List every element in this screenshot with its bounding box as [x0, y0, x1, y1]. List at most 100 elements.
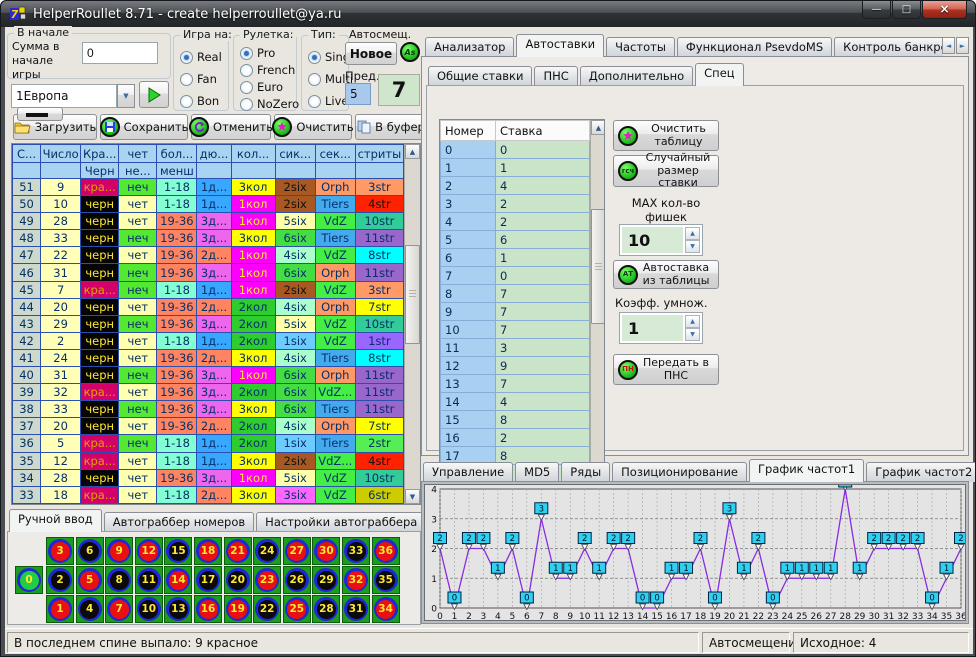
- start-play-button[interactable]: [139, 81, 169, 108]
- spin-cell[interactable]: 1д...: [197, 196, 231, 213]
- spin-cell[interactable]: 2д...: [197, 298, 231, 315]
- spinner-up-icon[interactable]: ▲: [685, 315, 700, 328]
- pad-number-30[interactable]: 30: [312, 537, 340, 565]
- tab-positioning[interactable]: Позиционирование: [612, 462, 747, 482]
- spin-cell[interactable]: 10str: [355, 469, 403, 486]
- subtab-additional[interactable]: Дополнительно: [580, 66, 693, 86]
- spin-cell[interactable]: 3д...: [197, 315, 231, 332]
- spin-cell[interactable]: 10str: [355, 213, 403, 230]
- undo-button[interactable]: Отменить: [191, 114, 271, 140]
- column-header[interactable]: сек...: [315, 145, 355, 163]
- spin-cell[interactable]: 8str: [355, 247, 403, 264]
- spin-cell[interactable]: 11str: [355, 384, 403, 401]
- bet-number-cell[interactable]: 0: [441, 141, 496, 159]
- send-to-pns-button[interactable]: ПН Передать в ПНС: [613, 354, 719, 385]
- spin-cell[interactable]: 48: [13, 230, 41, 247]
- start-sum-input[interactable]: [82, 42, 158, 64]
- spin-cell[interactable]: 19-36: [157, 230, 197, 247]
- spin-cell[interactable]: 19-36: [157, 401, 197, 418]
- bet-number-cell[interactable]: 15: [441, 411, 496, 429]
- spin-cell[interactable]: 2six: [275, 281, 315, 298]
- tab-autograbber-settings[interactable]: Настройки автограббера: [256, 512, 426, 532]
- pad-number-8[interactable]: 8: [105, 566, 133, 594]
- bet-value-cell[interactable]: 4: [496, 177, 590, 195]
- spin-cell[interactable]: чет: [119, 486, 157, 503]
- spin-cell[interactable]: 3д...: [197, 384, 231, 401]
- pad-number-10[interactable]: 10: [135, 595, 163, 623]
- spin-cell[interactable]: черн: [81, 298, 119, 315]
- pad-number-4[interactable]: 4: [76, 595, 104, 623]
- spin-cell[interactable]: чет: [119, 196, 157, 213]
- spin-cell[interactable]: Tiers: [315, 401, 355, 418]
- spin-cell[interactable]: 34: [13, 469, 41, 486]
- pad-number-27[interactable]: 27: [283, 537, 311, 565]
- spin-cell[interactable]: 12: [41, 452, 81, 469]
- scroll-up-icon[interactable]: ▲: [405, 144, 420, 159]
- spin-cell[interactable]: 4str: [355, 452, 403, 469]
- spin-cell[interactable]: 2six: [275, 452, 315, 469]
- spin-cell[interactable]: 1кол: [231, 247, 275, 264]
- spin-cell[interactable]: 1-18: [157, 332, 197, 349]
- bet-number-cell[interactable]: 12: [441, 357, 496, 375]
- pad-number-33[interactable]: 33: [342, 537, 370, 565]
- pad-number-25[interactable]: 25: [283, 595, 311, 623]
- pad-number-13[interactable]: 13: [164, 595, 192, 623]
- pad-number-7[interactable]: 7: [105, 595, 133, 623]
- spin-cell[interactable]: 3кол: [231, 179, 275, 196]
- bet-value-cell[interactable]: 0: [496, 141, 590, 159]
- spin-cell[interactable]: 5six: [275, 469, 315, 486]
- spin-cell[interactable]: 2кол: [231, 315, 275, 332]
- spin-cell[interactable]: чет: [119, 213, 157, 230]
- column-header[interactable]: дю...: [197, 145, 231, 163]
- autobet-from-table-button[interactable]: АТ Автоставка из таблицы: [613, 260, 719, 289]
- spin-cell[interactable]: 38: [13, 401, 41, 418]
- spin-cell[interactable]: черн: [81, 401, 119, 418]
- spin-cell[interactable]: 5six: [275, 213, 315, 230]
- spin-cell[interactable]: 11str: [355, 230, 403, 247]
- bet-number-cell[interactable]: 14: [441, 393, 496, 411]
- spin-cell[interactable]: 46: [13, 264, 41, 281]
- bet-value-cell[interactable]: 4: [496, 393, 590, 411]
- spin-cell[interactable]: 1кол: [231, 367, 275, 384]
- spin-cell[interactable]: чет: [119, 452, 157, 469]
- bet-value-cell[interactable]: 2: [496, 429, 590, 447]
- spin-cell[interactable]: 19-36: [157, 264, 197, 281]
- pad-number-3[interactable]: 3: [46, 537, 74, 565]
- spin-cell[interactable]: чет: [119, 247, 157, 264]
- preset-dropdown[interactable]: 1Европа ▼: [11, 84, 135, 108]
- spin-cell[interactable]: 29: [41, 315, 81, 332]
- spin-cell[interactable]: Orph: [315, 367, 355, 384]
- spin-cell[interactable]: чет: [119, 332, 157, 349]
- spin-cell[interactable]: 1д...: [197, 179, 231, 196]
- bet-value-cell[interactable]: 3: [496, 339, 590, 357]
- pad-number-16[interactable]: 16: [194, 595, 222, 623]
- pad-number-20[interactable]: 20: [224, 566, 252, 594]
- pad-number-36[interactable]: 36: [372, 537, 400, 565]
- spin-cell[interactable]: 6six: [275, 384, 315, 401]
- spin-cell[interactable]: 2д...: [197, 247, 231, 264]
- pad-number-32[interactable]: 32: [342, 566, 370, 594]
- spin-cell[interactable]: 18: [41, 486, 81, 503]
- subtab-pns[interactable]: ПНС: [534, 66, 577, 86]
- spin-cell[interactable]: Orph: [315, 179, 355, 196]
- spin-cell[interactable]: 6six: [275, 367, 315, 384]
- pad-number-29[interactable]: 29: [312, 566, 340, 594]
- subtab-general-bets[interactable]: Общие ставки: [428, 66, 532, 86]
- spin-cell[interactable]: 1-18: [157, 452, 197, 469]
- radio-roulette-nozero[interactable]: NoZero: [240, 97, 299, 111]
- spin-cell[interactable]: 20: [41, 418, 81, 435]
- spin-cell[interactable]: неч: [119, 179, 157, 196]
- spin-cell[interactable]: черн: [81, 213, 119, 230]
- new-autoshift-button[interactable]: Новое: [345, 42, 397, 65]
- save-button[interactable]: Сохранить: [100, 114, 188, 140]
- spin-cell[interactable]: 1six: [275, 332, 315, 349]
- spin-cell[interactable]: неч: [119, 264, 157, 281]
- column-header[interactable]: Кра...: [81, 145, 119, 163]
- pad-number-28[interactable]: 28: [312, 595, 340, 623]
- pad-number-19[interactable]: 19: [224, 595, 252, 623]
- bet-number-cell[interactable]: 6: [441, 249, 496, 267]
- spin-cell[interactable]: 1кол: [231, 196, 275, 213]
- spin-cell[interactable]: черн: [81, 196, 119, 213]
- pad-number-0[interactable]: 0: [15, 566, 43, 594]
- tab-manual-input[interactable]: Ручной ввод: [9, 509, 102, 532]
